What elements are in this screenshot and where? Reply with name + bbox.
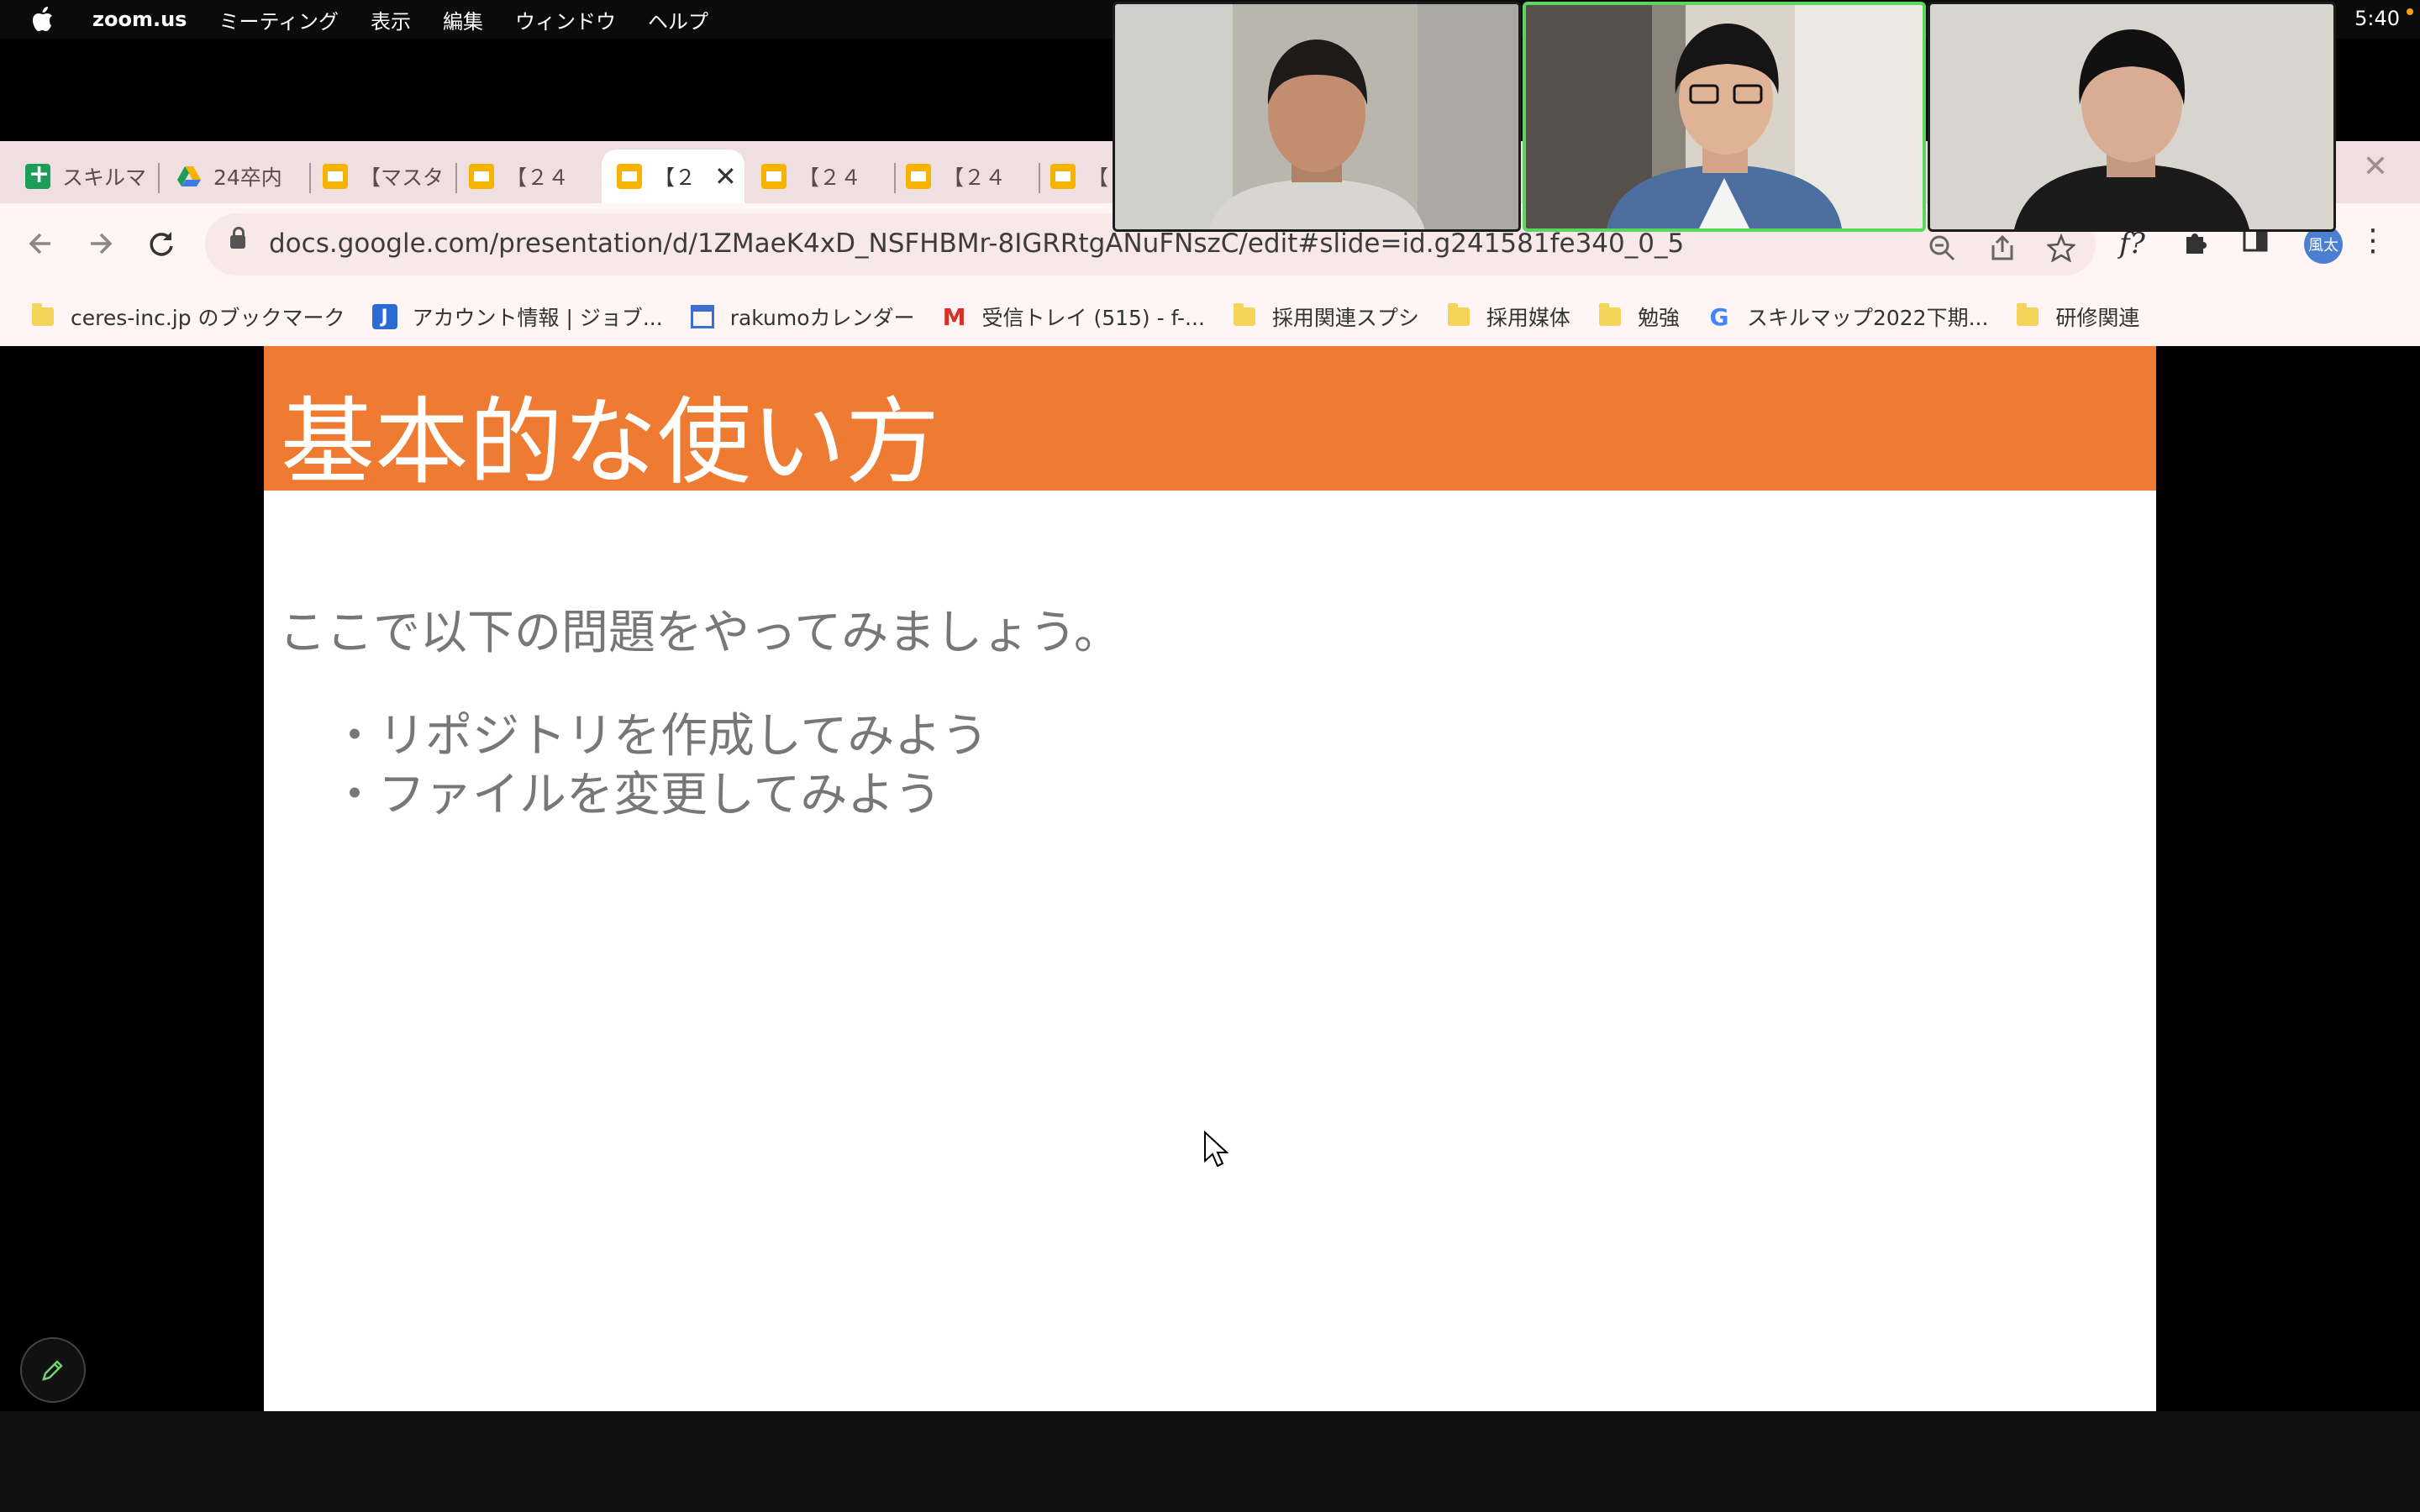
mouse-pointer-icon [1203,1130,1229,1171]
menu-window[interactable]: ウィンドウ [515,5,616,34]
slide-bullet: リポジトリを作成してみよう [331,707,988,766]
google-icon: G [1709,302,1729,331]
tab-label: 【２４ [798,165,862,190]
recording-dot-icon [2407,8,2413,15]
tab-7[interactable]: 【 [1050,150,1118,203]
back-button[interactable] [17,220,64,267]
star-icon[interactable] [2045,233,2077,269]
bookmark-label: ceres-inc.jp のブックマーク [71,306,345,330]
menu-clock: 5:40 [2354,7,2400,30]
tab-label: 【２４ [943,165,1007,190]
folder-icon [2015,303,2040,329]
bookmark-rakumo[interactable]: rakumoカレンダー [690,302,915,332]
tab-0[interactable]: スキルマ [25,150,160,203]
bookmark-account-info[interactable]: J アカウント情報 | ジョブ... [371,302,663,332]
participant-3-image [1930,4,2333,229]
side-panel-icon[interactable] [2242,227,2269,261]
zoom-out-icon[interactable] [1928,234,1956,269]
folder-icon [1232,303,1257,329]
participant-video-3[interactable] [1928,2,2336,232]
bookmark-label: 受信トレイ (515) - f-... [981,306,1205,330]
bookmarks-bar: ceres-inc.jp のブックマーク J アカウント情報 | ジョブ... … [0,287,2420,346]
annotate-pen-button[interactable] [20,1337,86,1403]
participant-video-1[interactable] [1113,2,1521,232]
participant-2-image [1526,5,1923,228]
bookmark-study[interactable]: 勉強 [1597,302,1680,332]
bookmark-label: 研修関連 [2055,306,2140,330]
tab-3[interactable]: 【２４ [469,150,595,203]
tab-label: 24卒内 [213,165,282,190]
tab-label: 【 [1087,165,1109,190]
presentation-slide: 基本的な使い方 ここで以下の問題をやってみましょう。 リポジトリを作成してみよう… [264,346,2156,1411]
extensions-puzzle-icon[interactable] [2183,227,2212,263]
slide-intro-text: ここで以下の問題をやってみましょう。 [279,606,1121,660]
close-window-icon[interactable]: ✕ [2363,150,2388,184]
slides-icon [469,164,494,189]
calendar-icon [690,304,715,329]
pencil-icon [42,1360,63,1381]
tab-4-active[interactable]: 【２ ✕ [602,150,744,203]
url-text[interactable]: docs.google.com/presentation/d/1ZMaeK4xD… [269,228,1684,259]
lock-icon[interactable] [230,227,245,249]
menu-edit[interactable]: 編集 [443,5,483,34]
slide-bullet-list: リポジトリを作成してみよう ファイルを変更してみよう [331,707,988,825]
j-app-icon: J [371,304,397,329]
bookmark-label: rakumoカレンダー [729,306,915,330]
slides-icon [323,164,348,189]
forward-arrow-icon [91,233,113,255]
tab-label: スキルマ [62,165,147,190]
folder-icon [1446,303,1471,329]
tab-2[interactable]: 【マスタ [323,150,457,203]
folder-icon [1597,303,1623,329]
bookmark-ceres[interactable]: ceres-inc.jp のブックマーク [30,302,345,332]
slides-icon [617,164,642,189]
bookmark-label: 勉強 [1637,306,1680,330]
bookmark-label: 採用媒体 [1486,306,1570,330]
bookmark-recruit-media[interactable]: 採用媒体 [1446,302,1570,332]
bookmark-training[interactable]: 研修関連 [2015,302,2139,332]
tab-6[interactable]: 【２４ [906,150,1040,203]
menu-view[interactable]: 表示 [371,5,411,34]
participant-video-2-active-speaker[interactable] [1523,2,1926,232]
bookmark-label: アカウント情報 | ジョブ... [412,306,663,330]
apple-icon[interactable] [32,7,60,32]
slides-icon [906,164,931,189]
slides-icon [761,164,786,189]
reload-button[interactable] [138,220,185,267]
app-menu[interactable]: zoom.us [92,8,187,31]
extension-fquestion-icon[interactable]: f? [2119,227,2145,260]
bookmark-label: スキルマップ2022下期... [1746,306,1989,330]
menu-help[interactable]: ヘルプ [648,5,708,34]
bookmark-recruit-sheets[interactable]: 採用関連スプシ [1232,302,1419,332]
tab-label: 【マスタ [360,165,445,190]
folder-icon [30,303,55,329]
close-tab-icon[interactable]: ✕ [714,160,737,192]
more-menu-icon[interactable]: ⋮ [2358,223,2388,258]
reload-icon [150,232,173,256]
share-icon[interactable] [1988,234,2017,269]
bottom-bar [0,1411,2420,1512]
slide-bullet: ファイルを変更してみよう [331,766,988,825]
tab-1[interactable]: 24卒内 [176,150,311,203]
bookmark-label: 採用関連スプシ [1271,306,1419,330]
slides-icon [1050,164,1076,189]
bookmark-gmail[interactable]: M 受信トレイ (515) - f-... [942,302,1205,332]
tab-label: 【２ [654,165,697,190]
slide-title: 基本的な使い方 [281,388,939,497]
tab-label: 【２４ [506,165,570,190]
bookmark-skillmap[interactable]: G スキルマップ2022下期... [1707,302,1988,332]
participant-1-image [1115,4,1518,229]
drive-icon [176,164,202,189]
menu-meeting[interactable]: ミーティング [218,5,339,34]
slide-header-band: 基本的な使い方 [264,346,2156,497]
tab-5[interactable]: 【２４ [761,150,896,203]
gmail-icon: M [942,302,966,331]
forward-button[interactable] [77,220,124,267]
back-arrow-icon [29,233,50,255]
sheets-icon [25,160,50,189]
